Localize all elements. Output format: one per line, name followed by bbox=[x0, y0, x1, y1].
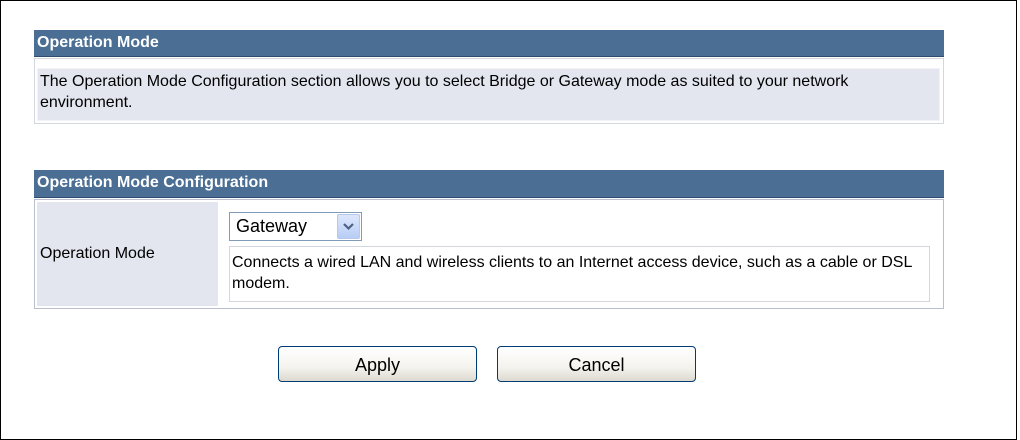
operation-mode-selected-value: Gateway bbox=[236, 216, 308, 236]
cancel-button[interactable]: Cancel bbox=[497, 346, 696, 382]
operation-mode-header: Operation Mode bbox=[34, 30, 944, 57]
apply-button[interactable]: Apply bbox=[278, 346, 477, 382]
chevron-down-icon bbox=[343, 223, 354, 231]
operation-mode-value-cell: Gateway Connects a wired LAN and wireles… bbox=[221, 202, 941, 306]
dropdown-arrow-button[interactable] bbox=[337, 214, 360, 239]
operation-mode-configuration-title: Operation Mode Configuration bbox=[37, 174, 269, 191]
operation-mode-description-box: The Operation Mode Configuration section… bbox=[34, 58, 944, 124]
operation-mode-select[interactable]: Gateway bbox=[229, 212, 362, 241]
operation-mode-description-text: Connects a wired LAN and wireless client… bbox=[229, 246, 930, 302]
operation-mode-title: Operation Mode bbox=[37, 34, 159, 51]
operation-mode-row: Operation Mode Gateway Connects a wired … bbox=[34, 199, 944, 309]
operation-mode-label: Operation Mode bbox=[37, 202, 218, 306]
operation-mode-description: The Operation Mode Configuration section… bbox=[37, 68, 940, 121]
page-frame: Operation Mode The Operation Mode Config… bbox=[0, 0, 1017, 440]
operation-mode-configuration-header: Operation Mode Configuration bbox=[34, 170, 944, 198]
